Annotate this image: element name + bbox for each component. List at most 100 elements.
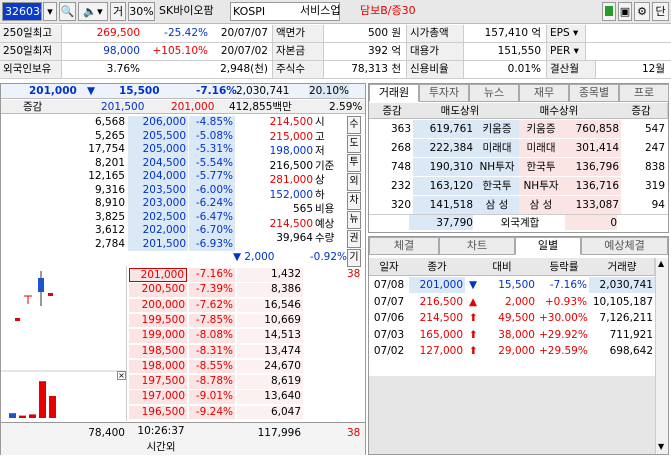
daily-tab-1[interactable]: 차트 xyxy=(439,237,515,255)
speaker-icon: 🔈▾ xyxy=(83,5,103,18)
sell-qty: 190,310 xyxy=(413,158,475,176)
broker-header-sell: 매도상위 xyxy=(440,105,480,117)
broker-tab-4[interactable]: 종목별 xyxy=(569,84,619,102)
side-button-1[interactable]: 도 xyxy=(347,135,361,153)
bid-price[interactable]: 201,000 xyxy=(129,268,187,282)
bid-price[interactable]: 198,500 xyxy=(129,344,187,358)
sell-broker[interactable]: 미래대 xyxy=(475,139,519,157)
ask-price[interactable]: 203,000 xyxy=(128,197,188,211)
stat-value: 152,000 xyxy=(269,188,313,201)
bid-price[interactable]: 199,500 xyxy=(129,313,187,328)
ask-total: 78,400 xyxy=(88,427,125,439)
bid-price[interactable]: 196,500 xyxy=(129,405,187,420)
green-square-icon xyxy=(605,6,613,16)
daily-tabs: 체결 차트 일별 예상체결 xyxy=(369,237,668,255)
bid-price[interactable]: 199,000 xyxy=(129,329,187,343)
daily-volume: 711,921 xyxy=(609,328,653,341)
bid-price[interactable]: 200,000 xyxy=(129,298,187,313)
side-button-4[interactable]: 차 xyxy=(347,192,361,210)
change-rate: -7.16% xyxy=(196,85,237,97)
label-shares: 주식수 xyxy=(272,61,324,78)
margin-rate-button[interactable]: 30% xyxy=(128,2,155,21)
side-button-6[interactable]: 권 xyxy=(347,230,361,248)
stat-value: 198,000 xyxy=(269,145,313,157)
window-toggle-button[interactable]: ▣ xyxy=(618,2,632,21)
ask-rate: -5.31% xyxy=(189,143,235,157)
bid-price[interactable]: 198,000 xyxy=(129,359,187,374)
foreign-buy: 0 xyxy=(565,215,617,230)
ask-price[interactable]: 202,500 xyxy=(128,210,188,224)
broker-tab-2[interactable]: 뉴스 xyxy=(469,84,519,102)
stock-code-input[interactable]: 326030 xyxy=(2,2,42,21)
daily-change: 15,500 xyxy=(498,279,535,291)
per-select[interactable]: PER ▾ xyxy=(546,43,586,60)
daily-tab-0[interactable]: 체결 xyxy=(369,237,439,255)
bid-price[interactable]: 197,000 xyxy=(129,390,187,404)
eps-select[interactable]: EPS ▾ xyxy=(546,25,586,42)
geo-button[interactable]: 거 xyxy=(110,2,126,21)
buy-broker[interactable]: 키움증 xyxy=(519,120,563,138)
scroll-up-icon[interactable]: ▲ xyxy=(658,259,664,268)
ask-price[interactable]: 204,000 xyxy=(128,170,188,184)
broker-tab-1[interactable]: 투자자 xyxy=(419,84,469,102)
broker-tab-0[interactable]: 거래원 xyxy=(369,84,419,102)
sell-broker[interactable]: 한국투 xyxy=(475,177,519,195)
ask-rate: -6.93% xyxy=(189,237,235,251)
label-250-high: 250일최고 xyxy=(0,25,62,42)
value-250-high: 269,500 xyxy=(96,27,140,39)
ask-qty: 8,201 xyxy=(94,156,125,169)
side-button-0[interactable]: 수 xyxy=(347,116,361,134)
bid-price[interactable]: 200,500 xyxy=(129,283,187,297)
daily-tab-2[interactable]: 일별 xyxy=(515,237,581,255)
ask-price[interactable]: 201,500 xyxy=(128,237,188,251)
code-dropdown-button[interactable]: ▾ xyxy=(43,2,57,21)
ask-price[interactable]: 205,500 xyxy=(128,129,188,143)
volume-rate: 20.10% xyxy=(309,84,350,98)
broker-tab-5[interactable]: 프로 xyxy=(619,84,669,102)
sell-increase: 748 xyxy=(390,161,411,173)
side-button-2[interactable]: 투 xyxy=(347,154,361,172)
buy-increase: 247 xyxy=(644,142,665,154)
chevron-down-icon: ▾ xyxy=(47,5,53,18)
ask-qty: 5,265 xyxy=(94,129,125,142)
ask-price[interactable]: 203,500 xyxy=(128,183,188,197)
broker-tab-3[interactable]: 재무 xyxy=(519,84,569,102)
search-button[interactable]: 🔍 xyxy=(59,2,76,21)
bid-price[interactable]: 197,500 xyxy=(129,375,187,389)
sell-increase: 232 xyxy=(390,180,411,192)
expected-rate: -0.92% xyxy=(309,251,347,263)
close-icon[interactable]: × xyxy=(117,371,126,380)
settings-button[interactable]: ⚙ xyxy=(634,2,650,21)
buy-broker[interactable]: 미래대 xyxy=(519,139,563,157)
sound-button[interactable]: 🔈▾ xyxy=(78,2,108,21)
scroll-down-icon[interactable]: ▼ xyxy=(658,442,664,451)
side-button-3[interactable]: 외 xyxy=(347,173,361,191)
stat-label: 예상 xyxy=(315,217,335,230)
daily-rate: +30.00% xyxy=(539,312,588,324)
buy-qty: 136,716 xyxy=(563,177,621,195)
daily-date: 07/07 xyxy=(373,295,405,308)
dan-button[interactable]: 단 xyxy=(652,2,669,21)
daily-rate: -7.16% xyxy=(549,279,587,291)
green-flag-button[interactable] xyxy=(602,2,616,21)
ask-price[interactable]: 205,000 xyxy=(128,143,188,157)
sell-broker[interactable]: 키움증 xyxy=(475,120,519,138)
buy-broker[interactable]: 한국투 xyxy=(519,158,563,176)
date-250-high: 20/07/07 xyxy=(220,27,268,39)
bid-rate: -8.08% xyxy=(189,329,235,343)
side-button-7[interactable]: 기 xyxy=(347,249,361,267)
daily-tab-3[interactable]: 예상체결 xyxy=(581,237,668,255)
buy-broker[interactable]: NH투자 xyxy=(519,177,563,195)
buy-increase: 319 xyxy=(644,180,665,192)
ask-price[interactable]: 202,000 xyxy=(128,224,188,238)
ask-price[interactable]: 206,000 xyxy=(128,116,188,130)
sell-broker[interactable]: 삼 성 xyxy=(475,196,519,214)
buy-broker[interactable]: 삼 성 xyxy=(519,196,563,214)
side-button-5[interactable]: 뉴 xyxy=(347,211,361,229)
mini-chart-svg xyxy=(1,271,126,418)
daily-scrollbar[interactable]: ▲ ▼ xyxy=(655,258,668,454)
daily-close: 216,500 xyxy=(419,295,463,308)
broker-header: 증감 매도상위 매수상위 증감 xyxy=(369,103,668,119)
sell-broker[interactable]: NH투자 xyxy=(475,158,519,176)
ask-price[interactable]: 204,500 xyxy=(128,156,188,170)
